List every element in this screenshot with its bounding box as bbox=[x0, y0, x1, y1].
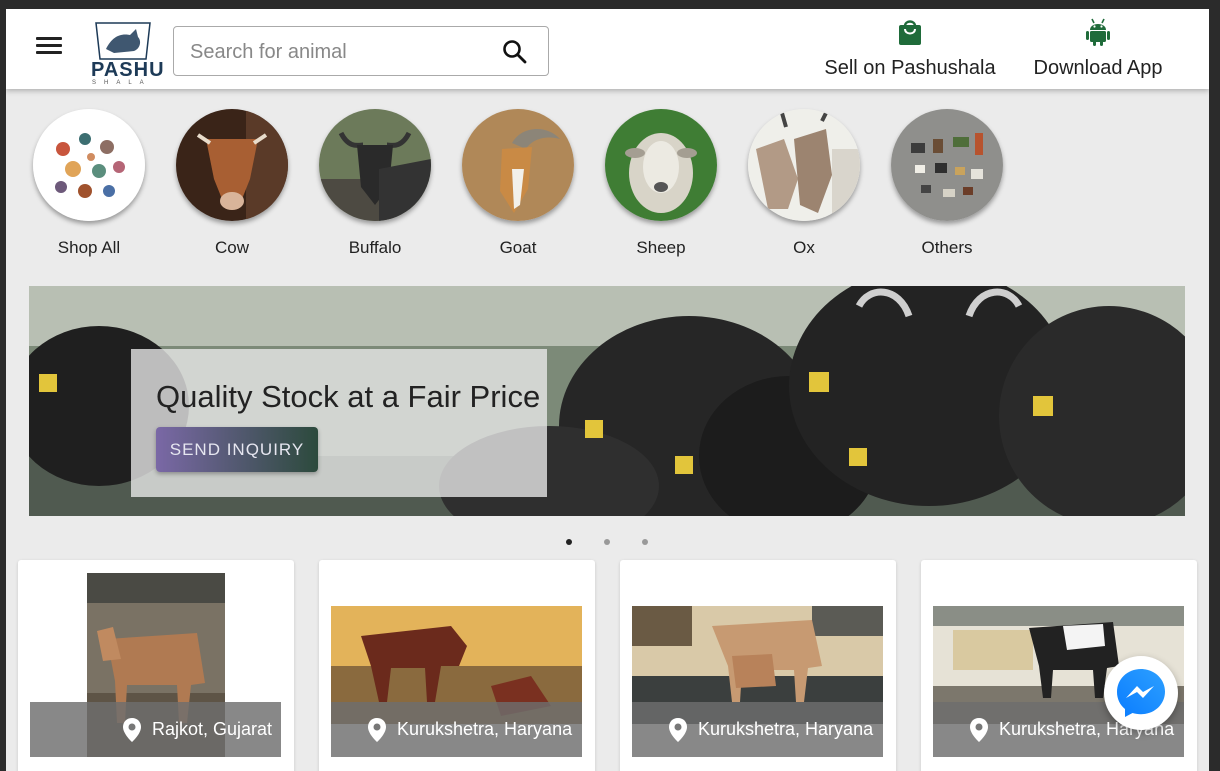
logo-subtext: SHALA bbox=[92, 80, 152, 86]
category-label: Sheep bbox=[636, 238, 686, 257]
page: PASHU SHALA Sell on Pashushala bbox=[6, 9, 1209, 771]
download-app-label: Download App bbox=[1033, 57, 1163, 79]
listing-location: Rajkot, Gujarat bbox=[152, 719, 273, 739]
goat-photo-icon bbox=[462, 109, 574, 221]
location-pin-icon bbox=[123, 717, 141, 742]
category-label: Others bbox=[921, 238, 973, 257]
category-others[interactable]: Others bbox=[889, 109, 1005, 258]
listing-card[interactable]: Rajkot, Gujarat bbox=[18, 560, 294, 771]
banner-caption-box: Quality Stock at a Fair Price SEND INQUI… bbox=[131, 349, 547, 497]
sell-label: Sell on Pashushala bbox=[824, 57, 996, 79]
promo-banner[interactable]: Quality Stock at a Fair Price SEND INQUI… bbox=[29, 286, 1185, 516]
location-pin-icon bbox=[970, 717, 988, 742]
location-bar: Rajkot, Gujarat bbox=[30, 702, 281, 757]
others-photo-icon bbox=[891, 109, 1003, 221]
category-label: Cow bbox=[214, 238, 249, 257]
cow-photo-icon bbox=[176, 109, 288, 221]
category-buffalo[interactable]: Buffalo bbox=[317, 109, 433, 258]
search-box bbox=[173, 26, 549, 76]
category-label: Goat bbox=[499, 238, 537, 257]
listing-location: Kurukshetra, Haryana bbox=[397, 719, 573, 739]
sheep-photo-icon bbox=[605, 109, 717, 221]
category-ox[interactable]: Ox bbox=[746, 109, 862, 258]
location-bar: Kurukshetra, Haryana bbox=[632, 702, 883, 757]
carousel-dot-2[interactable] bbox=[604, 539, 610, 545]
download-app-button[interactable]: Download App bbox=[1028, 17, 1168, 81]
logo-text: PASHU bbox=[91, 59, 165, 81]
banner-title: Quality Stock at a Fair Price bbox=[156, 379, 541, 414]
category-label: Ox bbox=[793, 238, 815, 257]
messenger-chat-button[interactable] bbox=[1104, 656, 1178, 730]
category-shop-all[interactable]: Shop All bbox=[31, 109, 147, 258]
buffalo-photo-icon bbox=[319, 109, 431, 221]
category-label: Buffalo bbox=[348, 238, 402, 257]
category-goat[interactable]: Goat bbox=[460, 109, 576, 258]
listing-location: Kurukshetra, Haryana bbox=[698, 719, 874, 739]
search-input[interactable] bbox=[190, 37, 490, 67]
location-pin-icon bbox=[669, 717, 687, 742]
shopping-bag-icon bbox=[899, 20, 921, 45]
messenger-icon bbox=[1117, 669, 1165, 717]
location-bar: Kurukshetra, Haryana bbox=[331, 702, 582, 757]
listing-card[interactable]: Kurukshetra, Haryana bbox=[620, 560, 896, 771]
ox-photo-icon bbox=[748, 109, 860, 221]
android-icon bbox=[1086, 18, 1110, 46]
sell-on-pashushala-button[interactable]: Sell on Pashushala bbox=[818, 17, 1002, 81]
category-sheep[interactable]: Sheep bbox=[603, 109, 719, 258]
category-label: Shop All bbox=[57, 238, 121, 257]
location-pin-icon bbox=[368, 717, 386, 742]
category-cow[interactable]: Cow bbox=[174, 109, 290, 258]
carousel-dot-3[interactable] bbox=[642, 539, 648, 545]
animals-collage-icon bbox=[33, 109, 145, 221]
header: PASHU SHALA Sell on Pashushala bbox=[6, 9, 1209, 89]
hamburger-menu-icon[interactable] bbox=[36, 37, 62, 61]
send-inquiry-button[interactable]: SEND INQUIRY bbox=[156, 427, 318, 472]
carousel-dot-1[interactable] bbox=[566, 539, 572, 545]
search-icon[interactable] bbox=[502, 39, 528, 65]
listing-card[interactable]: Kurukshetra, Haryana bbox=[319, 560, 595, 771]
